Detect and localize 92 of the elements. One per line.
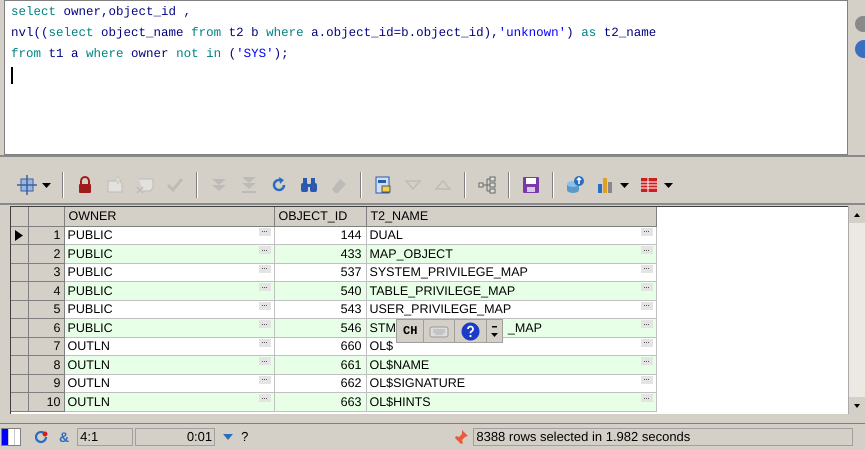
column-header[interactable]: T2_NAME bbox=[366, 207, 656, 226]
tree-icon[interactable] bbox=[477, 175, 497, 195]
select-region-icon[interactable] bbox=[17, 175, 37, 195]
ellipsis-icon[interactable] bbox=[640, 246, 652, 254]
status-message: 8388 rows selected in 1.982 seconds bbox=[473, 428, 854, 446]
help-icon[interactable] bbox=[461, 322, 480, 340]
activity-indicator bbox=[1, 428, 21, 446]
table-cell: OUTLN bbox=[68, 358, 110, 372]
ellipsis-icon[interactable] bbox=[258, 264, 270, 272]
table-cell: OL$SIGNATURE bbox=[370, 376, 466, 390]
table-cell-text: 662 bbox=[340, 375, 362, 392]
column-header[interactable]: OBJECT_ID bbox=[274, 207, 366, 226]
row-number: 6 bbox=[28, 318, 64, 337]
table-cell: PUBLIC bbox=[68, 284, 113, 298]
options-caret-icon[interactable] bbox=[491, 324, 498, 338]
table-cell: MAP_OBJECT bbox=[370, 246, 453, 261]
ellipsis-icon[interactable] bbox=[258, 283, 270, 291]
row-number-header bbox=[28, 207, 64, 226]
table-cell-text: 540 bbox=[340, 282, 362, 299]
help-link[interactable]: ? bbox=[241, 427, 248, 447]
refresh-icon[interactable] bbox=[33, 429, 49, 445]
sql-editor[interactable]: select owner,object_id , nvl((select object_name from t2 b where a.object_id=b.object_id),'unknown') as t2_name from t1 a where owner not in ('SYS'); bbox=[4, 0, 848, 155]
scroll-down-icon[interactable] bbox=[849, 397, 865, 414]
text-cursor bbox=[11, 67, 13, 84]
ellipsis-icon[interactable] bbox=[640, 302, 652, 310]
ellipsis-icon[interactable] bbox=[640, 283, 652, 291]
table-cell: PUBLIC bbox=[68, 320, 113, 335]
ellipsis-icon[interactable] bbox=[640, 394, 652, 402]
table-cell: PUBLIC bbox=[68, 246, 113, 261]
table-cell: OL$HINTS bbox=[370, 394, 431, 409]
ellipsis-icon[interactable] bbox=[640, 228, 652, 236]
ellipsis-icon[interactable] bbox=[258, 338, 270, 346]
table-cell: PUBLIC bbox=[68, 302, 113, 316]
row-number: 4 bbox=[28, 282, 64, 300]
row-number: 2 bbox=[28, 244, 64, 263]
row-number: 8 bbox=[28, 356, 64, 374]
table-cell: OL$NAME bbox=[370, 358, 430, 372]
table-cell: PUBLIC bbox=[68, 228, 113, 242]
table-cell: OUTLN bbox=[68, 394, 110, 409]
row-number: 5 bbox=[28, 300, 64, 318]
table-cell-text: 433 bbox=[340, 246, 362, 262]
binoculars-icon[interactable] bbox=[299, 175, 319, 195]
column-header[interactable]: OWNER bbox=[64, 207, 274, 226]
code-line: nvl((select object_name from t2 b where a.object_id=b.object_id),'unknown') as t2_name bbox=[11, 25, 658, 42]
table-cell-text: 537 bbox=[340, 264, 362, 280]
ellipsis-icon[interactable] bbox=[258, 228, 270, 236]
table-cell: TABLE_PRIVILEGE_MAP bbox=[370, 284, 516, 298]
table-cell: USER_PRIVILEGE_MAP bbox=[370, 302, 512, 316]
ellipsis-icon[interactable] bbox=[258, 376, 270, 384]
ellipsis-icon[interactable] bbox=[640, 376, 652, 384]
table-cell-text: 661 bbox=[340, 356, 362, 373]
table-cell: STM bbox=[370, 320, 396, 335]
scroll-up-icon[interactable] bbox=[849, 206, 865, 223]
table-cell-text: 546 bbox=[340, 320, 362, 336]
caret-icon[interactable] bbox=[42, 182, 51, 188]
code-line: select owner,object_id , bbox=[11, 4, 192, 21]
database-upload-icon[interactable] bbox=[565, 175, 585, 195]
ellipsis-icon[interactable] bbox=[640, 320, 652, 328]
table-cell: PUBLIC bbox=[68, 265, 113, 280]
row-number: 9 bbox=[28, 374, 64, 392]
ellipsis-icon[interactable] bbox=[640, 357, 652, 365]
table-cell: _MAP bbox=[508, 320, 542, 335]
grid-icon[interactable] bbox=[639, 175, 659, 195]
row-number: 10 bbox=[28, 392, 64, 411]
caret-icon[interactable] bbox=[620, 182, 629, 188]
code-line: from t1 a where owner not in ('SYS'); bbox=[11, 46, 290, 63]
row-number: 1 bbox=[28, 226, 64, 244]
cursor-position-field: 4:1 bbox=[77, 428, 134, 446]
ellipsis-icon[interactable] bbox=[640, 264, 652, 272]
scrollbar[interactable] bbox=[848, 206, 865, 414]
table-cell: SYSTEM_PRIVILEGE_MAP bbox=[370, 265, 528, 280]
caret-icon[interactable] bbox=[664, 182, 673, 188]
table-cell-text: 660 bbox=[340, 338, 362, 354]
table-cell: OL$ bbox=[370, 339, 394, 354]
ellipsis-icon[interactable] bbox=[258, 320, 270, 328]
row-indicator[interactable] bbox=[11, 226, 28, 244]
table-cell: DUAL bbox=[370, 228, 403, 242]
table-cell: OUTLN bbox=[68, 339, 110, 354]
ellipsis-icon[interactable] bbox=[258, 394, 270, 402]
row-number: 3 bbox=[28, 263, 64, 282]
ellipsis-icon[interactable] bbox=[258, 357, 270, 365]
ellipsis-icon[interactable] bbox=[640, 338, 652, 346]
table-cell: OUTLN bbox=[68, 376, 110, 390]
row-number: 7 bbox=[28, 337, 64, 356]
table-cell-text: 144 bbox=[340, 227, 362, 244]
table-cell-text: 543 bbox=[340, 301, 362, 318]
ellipsis-icon[interactable] bbox=[258, 246, 270, 254]
ellipsis-icon[interactable] bbox=[258, 302, 270, 310]
table-cell-text: 663 bbox=[340, 394, 362, 410]
form-icon[interactable] bbox=[373, 175, 393, 195]
elapsed-time-field: 0:01 bbox=[135, 428, 216, 446]
bar-chart-icon[interactable] bbox=[595, 175, 615, 195]
